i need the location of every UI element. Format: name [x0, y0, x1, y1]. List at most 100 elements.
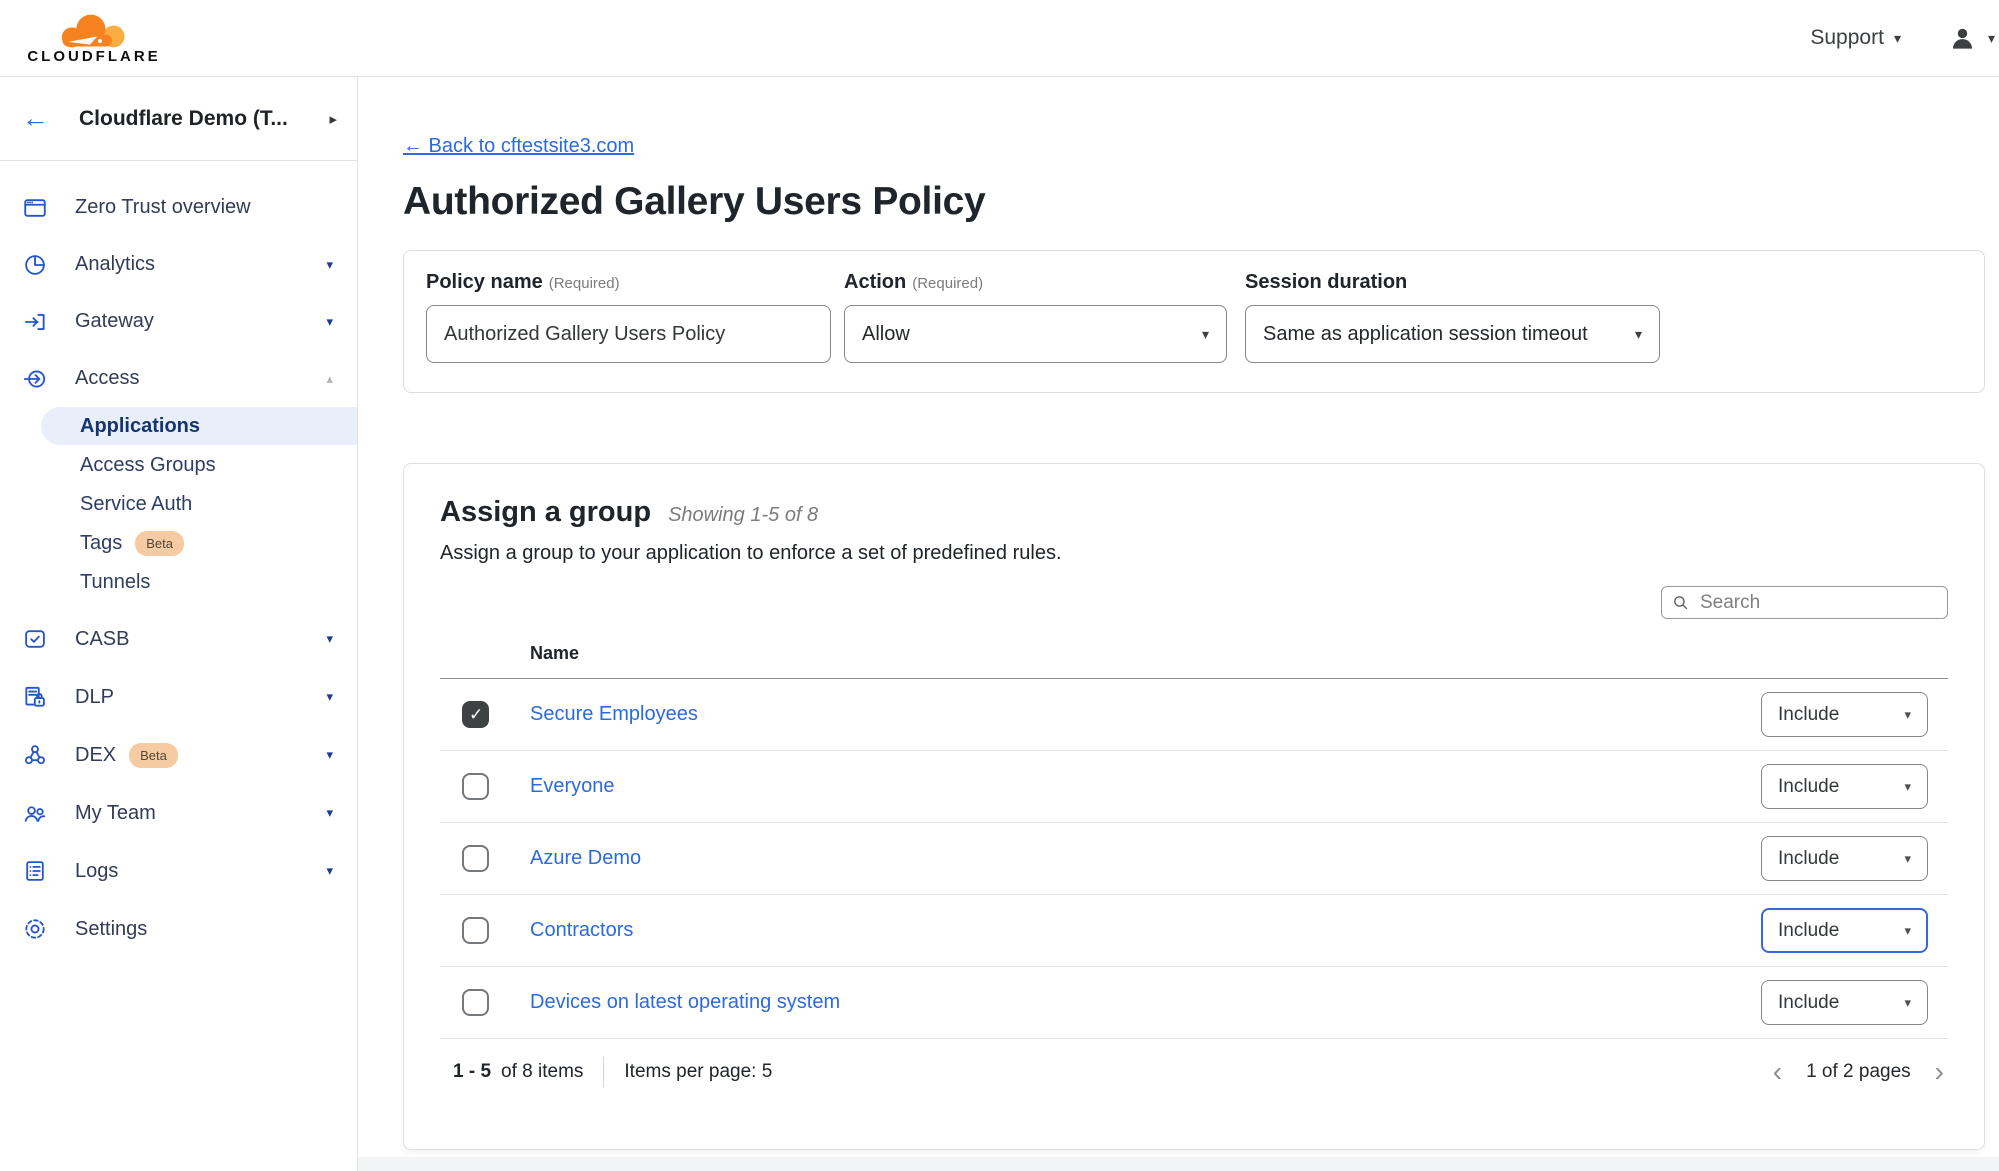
policy-name-input[interactable] [426, 305, 831, 363]
chevron-down-icon: ▾ [1904, 707, 1911, 723]
item-range: 1 - 5 [453, 1061, 491, 1083]
cloudflare-logo[interactable]: CLOUDFLARE [17, 11, 171, 65]
back-link[interactable]: ← Back to cftestsite3.com [403, 135, 634, 158]
row-checkbox[interactable] [462, 845, 489, 872]
include-select[interactable]: Include▾ [1761, 908, 1928, 953]
sidebar-item-zero-trust-overview[interactable]: Zero Trust overview [0, 179, 357, 236]
chevron-down-icon: ▾ [1904, 851, 1911, 867]
cloudflare-cloud-icon [50, 11, 137, 51]
next-page-button[interactable]: › [1935, 1058, 1944, 1086]
assign-group-card: Assign a group Showing 1-5 of 8 Assign a… [403, 463, 1985, 1150]
page-bottom-strip [358, 1157, 1999, 1171]
chevron-right-icon[interactable]: ▸ [329, 110, 337, 128]
account-title: Cloudflare Demo (T... [79, 107, 329, 131]
search-icon [1672, 594, 1689, 611]
table-row: EveryoneInclude▾ [440, 751, 1948, 823]
beta-badge: Beta [129, 743, 178, 768]
sidebar-item-service-auth[interactable]: Service Auth [0, 485, 357, 524]
group-name-link[interactable]: Devices on latest operating system [530, 991, 1761, 1014]
support-menu[interactable]: Support ▾ [1810, 26, 1901, 50]
divider [603, 1057, 604, 1087]
item-total: of 8 items [501, 1061, 583, 1083]
include-select[interactable]: Include▾ [1761, 764, 1928, 809]
sidebar-item-logs[interactable]: Logs▾ [0, 842, 357, 900]
top-bar: CLOUDFLARE Support ▾ ▾ [0, 0, 1999, 77]
sidebar-item-access[interactable]: Access▴ [0, 350, 357, 407]
row-checkbox[interactable] [462, 773, 489, 800]
dlp-icon [22, 684, 48, 710]
chevron-down-icon: ▾ [326, 314, 333, 330]
table-row: Devices on latest operating systemInclud… [440, 967, 1948, 1039]
user-menu[interactable]: ▾ [1949, 25, 1995, 52]
sidebar-item-casb[interactable]: CASB▾ [0, 610, 357, 668]
back-arrow-icon[interactable]: ← [22, 105, 49, 132]
policy-form-card: Policy name(Required) Action(Required) A… [403, 250, 1985, 393]
table-row: Secure EmployeesInclude▾ [440, 679, 1948, 751]
items-per-page: Items per page: 5 [624, 1061, 772, 1083]
chevron-down-icon: ▾ [326, 689, 333, 705]
logo-wordmark: CLOUDFLARE [27, 48, 160, 65]
prev-page-button[interactable]: ‹ [1773, 1058, 1782, 1086]
sidebar-item-dlp[interactable]: DLP▾ [0, 668, 357, 726]
support-label: Support [1810, 26, 1884, 50]
casb-icon [22, 626, 48, 652]
name-column-header: Name [440, 643, 1948, 679]
assign-group-heading: Assign a group [440, 496, 651, 529]
sidebar-nav-top: Zero Trust overviewAnalytics▾Gateway▾Acc… [0, 161, 357, 407]
main-content: ← Back to cftestsite3.com Authorized Gal… [358, 77, 1999, 1171]
dex-icon [22, 742, 48, 768]
sidebar-item-tunnels[interactable]: Tunnels [0, 563, 357, 602]
sidebar-item-tags[interactable]: TagsBeta [0, 524, 357, 563]
sidebar-nav-lower: CASB▾DLP▾DEXBeta▾My Team▾Logs▾Settings [0, 610, 357, 958]
chevron-down-icon: ▾ [326, 747, 333, 763]
beta-badge: Beta [135, 531, 184, 556]
chevron-down-icon: ▾ [1202, 326, 1209, 343]
sidebar-item-gateway[interactable]: Gateway▾ [0, 293, 357, 350]
table-row: ContractorsInclude▾ [440, 895, 1948, 967]
group-name-link[interactable]: Contractors [530, 919, 1761, 942]
account-switcher[interactable]: ← Cloudflare Demo (T... ▸ [0, 77, 357, 161]
group-search [1661, 586, 1948, 619]
showing-count: Showing 1-5 of 8 [668, 504, 818, 527]
chevron-down-icon: ▾ [1904, 923, 1911, 939]
include-select[interactable]: Include▾ [1761, 836, 1928, 881]
action-select[interactable]: Allow ▾ [844, 305, 1227, 363]
analytics-icon [22, 252, 48, 278]
chevron-down-icon: ▾ [1904, 779, 1911, 795]
row-checkbox[interactable] [462, 917, 489, 944]
chevron-down-icon: ▾ [1635, 326, 1642, 343]
group-name-link[interactable]: Azure Demo [530, 847, 1761, 870]
include-select[interactable]: Include▾ [1761, 980, 1928, 1025]
chevron-down-icon: ▾ [326, 863, 333, 879]
sidebar-item-dex[interactable]: DEXBeta▾ [0, 726, 357, 784]
sidebar: ← Cloudflare Demo (T... ▸ Zero Trust ove… [0, 77, 358, 1171]
include-select[interactable]: Include▾ [1761, 692, 1928, 737]
sidebar-access-subnav: ApplicationsAccess GroupsService AuthTag… [0, 407, 357, 604]
session-duration-select[interactable]: Same as application session timeout ▾ [1245, 305, 1660, 363]
group-name-link[interactable]: Secure Employees [530, 703, 1761, 726]
chevron-down-icon: ▾ [326, 257, 333, 273]
assign-group-subtitle: Assign a group to your application to en… [440, 542, 1948, 565]
zero-trust-overview-icon [22, 195, 48, 221]
group-name-link[interactable]: Everyone [530, 775, 1761, 798]
gateway-icon [22, 309, 48, 335]
sidebar-item-access-groups[interactable]: Access Groups [0, 446, 357, 485]
row-checkbox[interactable] [462, 989, 489, 1016]
sidebar-item-analytics[interactable]: Analytics▾ [0, 236, 357, 293]
access-icon [22, 366, 48, 392]
sidebar-item-my-team[interactable]: My Team▾ [0, 784, 357, 842]
sidebar-item-applications[interactable]: Applications [41, 407, 357, 445]
table-row: Azure DemoInclude▾ [440, 823, 1948, 895]
row-checkbox[interactable] [462, 701, 489, 728]
user-icon [1949, 25, 1976, 52]
chevron-down-icon: ▾ [1894, 30, 1901, 47]
search-input[interactable] [1698, 591, 1937, 615]
chevron-up-icon: ▴ [326, 371, 333, 387]
groups-table: Name Secure EmployeesInclude▾EveryoneInc… [440, 643, 1948, 1105]
table-pagination: 1 - 5 of 8 items Items per page: 5 ‹ 1 o… [440, 1039, 1948, 1105]
sidebar-item-settings[interactable]: Settings [0, 900, 357, 958]
settings-icon [22, 916, 48, 942]
chevron-down-icon: ▾ [1988, 30, 1995, 47]
chevron-down-icon: ▾ [326, 805, 333, 821]
page-info: 1 of 2 pages [1806, 1061, 1911, 1083]
